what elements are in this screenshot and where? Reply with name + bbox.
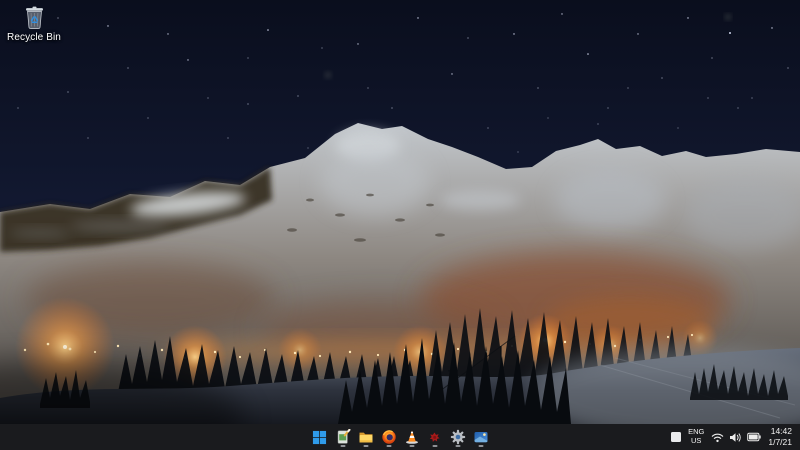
notepad-plus-plus-icon [337, 429, 350, 444]
taskbar-item-settings[interactable] [447, 426, 468, 448]
clock[interactable]: 14:42 1/7/21 [768, 426, 792, 447]
taskbar-item-notepad-plus-plus[interactable] [332, 426, 353, 448]
taskbar-item-file-explorer[interactable] [355, 426, 376, 448]
settings-gear-icon [450, 429, 465, 445]
volume-icon [730, 432, 742, 442]
file-explorer-icon [359, 432, 372, 443]
vlc-cone-icon [405, 430, 418, 444]
desktop: Recycle Bin ENG US 14:42 1/7/21 [0, 0, 800, 450]
wallpaper-night-mountains [0, 0, 800, 424]
wifi-icon [712, 433, 724, 442]
blue-media-app-icon [474, 432, 487, 443]
language-line2: US [691, 436, 702, 445]
start-button[interactable] [309, 426, 330, 448]
language-indicator[interactable]: ENG US [688, 428, 704, 445]
firefox-icon [381, 430, 396, 444]
taskbar-item-red-app[interactable] [424, 426, 445, 448]
windows-logo-icon [312, 430, 327, 444]
taskbar-item-blue-media-app[interactable] [470, 426, 491, 448]
tray-status-icons[interactable] [711, 432, 762, 443]
taskbar-item-firefox[interactable] [378, 426, 399, 448]
system-tray: ENG US 14:42 1/7/21 [671, 424, 800, 450]
battery-icon [747, 432, 762, 442]
clock-time: 14:42 [770, 426, 792, 437]
clock-date: 1/7/21 [768, 437, 792, 447]
red-app-icon [429, 431, 440, 442]
desktop-icon-recycle-bin[interactable]: Recycle Bin [6, 5, 62, 43]
taskbar-item-vlc[interactable] [401, 426, 422, 448]
taskbar-center [309, 424, 491, 450]
recycle-bin-icon [25, 6, 43, 29]
tray-white-square-app-icon[interactable] [671, 432, 682, 442]
recycle-bin-label: Recycle Bin [7, 32, 61, 43]
taskbar: ENG US 14:42 1/7/21 [0, 424, 800, 450]
